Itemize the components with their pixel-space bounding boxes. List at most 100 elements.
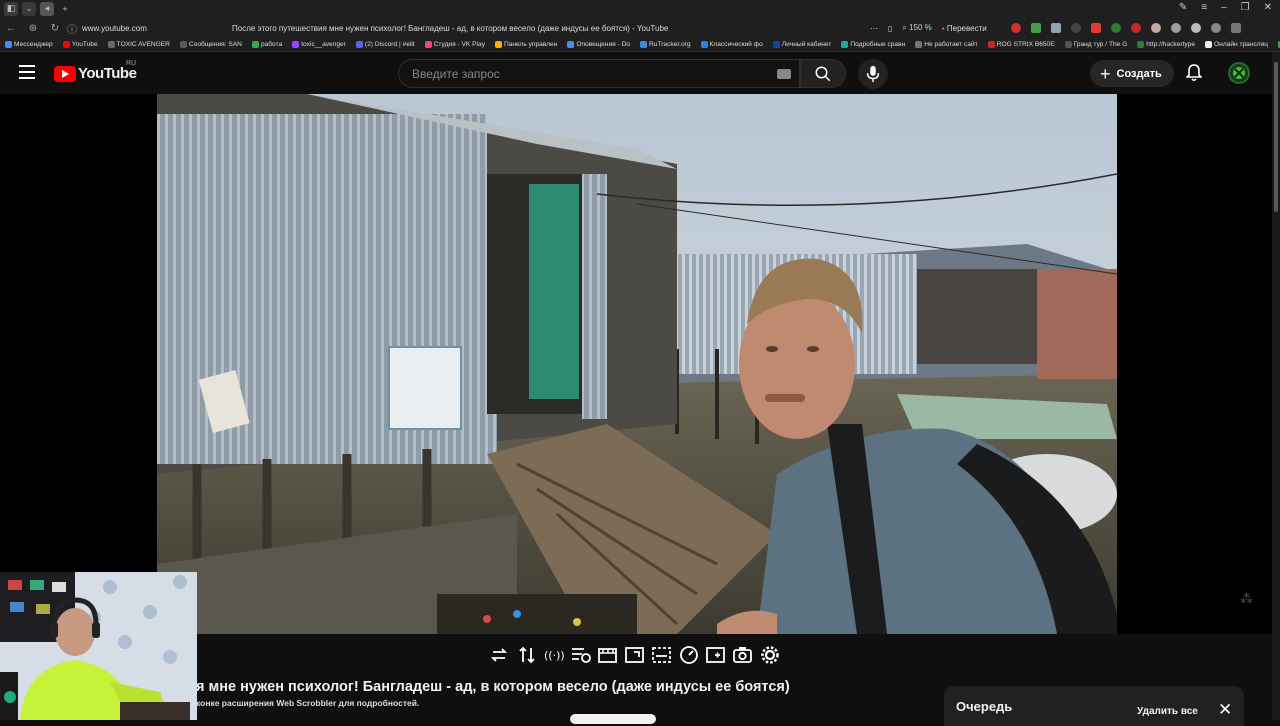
bookmark-item[interactable]: Онлайн трансляц (1200, 41, 1273, 48)
bookmark-item[interactable]: Ос (1273, 41, 1280, 48)
back-icon[interactable]: ← (0, 23, 22, 34)
reload-icon[interactable]: ↻ (44, 23, 66, 34)
voice-search-button[interactable] (858, 59, 888, 89)
extension-stop-icon[interactable] (1130, 23, 1141, 33)
player-extension-controls: ((·)) (488, 641, 780, 667)
site-info-icon[interactable]: ⓘ (66, 21, 78, 36)
zoom-level[interactable]: ⌕ 150 % (902, 23, 931, 33)
audio-icon[interactable]: ((·)) (542, 643, 564, 665)
url-text[interactable]: www.youtube.com (82, 24, 232, 33)
cinema-icon[interactable] (596, 643, 618, 665)
bookmark-item[interactable]: Подробные сравн (836, 41, 910, 48)
notifications-bell-icon[interactable] (1185, 64, 1203, 87)
bookmark-item[interactable]: Сообщения: SAN (175, 41, 247, 48)
restore-icon[interactable]: ❐ (1241, 2, 1250, 13)
subtitles-icon[interactable] (650, 643, 672, 665)
resize-icon[interactable] (623, 643, 645, 665)
extension-face-icon[interactable] (1150, 23, 1161, 33)
bottom-pill-button[interactable] (570, 714, 656, 724)
region-code: RU (126, 60, 137, 67)
extension-download-icon[interactable] (1030, 23, 1041, 33)
tab-back-icon[interactable]: ◂ (40, 1, 54, 16)
extension-k-icon[interactable] (1070, 23, 1081, 33)
bookmark-favicon-icon (251, 41, 259, 48)
bookmark-favicon-icon (987, 41, 995, 48)
bookmark-item[interactable]: работа (247, 41, 287, 48)
channel-watermark-icon[interactable]: ⁂ (1240, 591, 1258, 607)
minimize-icon[interactable]: – (1221, 2, 1227, 13)
bookmark-item[interactable]: http://hackertype (1132, 41, 1200, 48)
bookmark-favicon-icon (567, 41, 575, 48)
extension-pen-icon[interactable] (1090, 23, 1101, 33)
settings-icon[interactable] (758, 643, 780, 665)
bookmark-item[interactable]: YouTube (58, 41, 103, 48)
downloads-icon[interactable] (1230, 23, 1241, 33)
search-input[interactable] (410, 65, 760, 82)
speed-icon[interactable] (677, 643, 699, 665)
bookmark-favicon-icon (772, 41, 780, 48)
bookmark-favicon-icon (841, 41, 849, 48)
bookmark-label: Студия - VK Play (433, 41, 485, 48)
forward-icon[interactable]: ⊛ (22, 23, 44, 34)
bookmark-label: Гранд тур / The G (1073, 41, 1128, 48)
video-frame[interactable] (157, 94, 1117, 634)
bookmark-label: TOXIC AVENGER (116, 41, 170, 48)
bookmark-label: RuTracker.org (649, 41, 691, 48)
microphone-icon (866, 65, 880, 83)
bookmark-item[interactable]: (2) Discord | #elit (351, 41, 420, 48)
bookmark-item[interactable]: RuTracker.org (635, 41, 696, 48)
tab-list-icon[interactable]: ⌄ (22, 1, 36, 16)
menu-icon[interactable]: ≡ (1201, 2, 1207, 13)
youtube-logo[interactable]: YouTube RU (54, 60, 137, 82)
more-icon[interactable]: ⋯ (870, 24, 878, 33)
bookmark-favicon-icon (424, 41, 432, 48)
create-button[interactable]: + Создать (1090, 60, 1174, 87)
bookmark-item[interactable]: Гранд тур / The G (1060, 41, 1133, 48)
browser-titlebar: ◧ ⌄ ◂ + ✎ ≡ – ❐ ✕ ← ⊛ ↻ ⓘ www.youtube.co… (0, 0, 1280, 38)
user-avatar[interactable] (1228, 62, 1250, 84)
browser-menu-icon[interactable]: ◧ (4, 1, 18, 16)
bookmark-item[interactable]: Студия - VK Play (420, 41, 490, 48)
search-icon (815, 66, 831, 81)
bookmark-item[interactable]: TOXIC AVENGER (103, 41, 175, 48)
bookmark-item[interactable]: ROG STRIX B650E (983, 41, 1060, 48)
close-window-icon[interactable]: ✕ (1264, 2, 1272, 13)
bookmark-item[interactable]: Классический фо (696, 41, 768, 48)
extension-blue-icon[interactable] (1050, 23, 1061, 33)
extension-puzzle-icon[interactable] (1210, 23, 1221, 33)
bookmark-item[interactable]: Оповещения - Do (562, 41, 635, 48)
extension-red-icon[interactable] (1010, 23, 1021, 33)
address-bar: ← ⊛ ↻ ⓘ www.youtube.com После этого путе… (0, 18, 1280, 38)
extension-gear-icon[interactable] (1170, 23, 1181, 33)
bookmark-label: (2) Discord | #elit (364, 41, 415, 48)
clear-queue-button[interactable]: Удалить все (1137, 706, 1198, 717)
new-tab-icon[interactable]: + (58, 2, 72, 16)
sort-icon[interactable] (515, 643, 537, 665)
webcam-scene (0, 572, 197, 720)
bookmark-item[interactable]: Личный кабинет (768, 41, 837, 48)
loop-icon[interactable] (488, 643, 510, 665)
filter-icon[interactable] (569, 643, 591, 665)
bookmark-icon[interactable]: ▯ (888, 24, 892, 33)
extension-green-icon[interactable] (1110, 23, 1121, 33)
bookmark-item[interactable]: toxic__avenger (287, 41, 351, 48)
scrollbar-thumb[interactable] (1274, 62, 1278, 212)
page-scrollbar[interactable] (1272, 52, 1280, 720)
menu-hamburger-icon[interactable] (19, 65, 35, 79)
search-button[interactable] (800, 59, 846, 88)
queue-panel: Очередь Удалить все ✕ (944, 686, 1244, 726)
picture-in-picture-icon[interactable] (704, 643, 726, 665)
translate-button[interactable]: ▪ Перевести (942, 24, 987, 33)
bookmark-label: Подробные сравн (850, 41, 906, 48)
screenshot-icon[interactable] (731, 643, 753, 665)
webcam-overlay (0, 572, 197, 720)
pin-icon[interactable]: ✎ (1179, 2, 1187, 13)
bookmark-item[interactable]: Не работает сайт (910, 41, 982, 48)
close-queue-icon[interactable]: ✕ (1218, 701, 1232, 718)
bookmark-favicon-icon (107, 41, 115, 48)
keyboard-icon[interactable] (777, 69, 791, 79)
bookmark-item[interactable]: Мессенджер (0, 41, 58, 48)
extension-bulb-icon[interactable] (1190, 23, 1201, 33)
bookmark-label: Оповещения - Do (576, 41, 630, 48)
bookmark-item[interactable]: Панель управлен (490, 41, 562, 48)
